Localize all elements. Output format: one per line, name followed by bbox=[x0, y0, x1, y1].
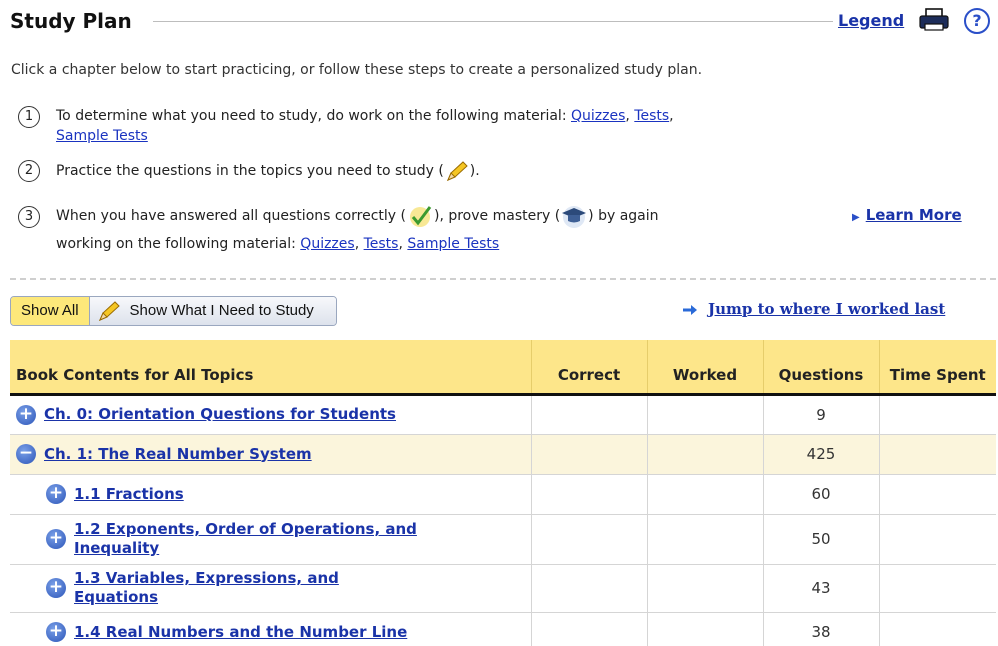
row-title: 1.1 Fractions bbox=[74, 484, 184, 503]
step-instruction: When you have answered all questions cor… bbox=[56, 208, 406, 224]
table-row: +1.1 Fractions 60 bbox=[10, 474, 996, 515]
table-row: − Ch. 1: The Real Number System 425 bbox=[10, 434, 996, 475]
row-title: 1.3 Variables, Expressions, and Equation… bbox=[74, 569, 339, 606]
help-icon[interactable]: ? bbox=[964, 8, 990, 34]
book-contents-table: Book Contents for All Topics Correct Wor… bbox=[10, 340, 996, 646]
expand-icon[interactable]: + bbox=[46, 484, 66, 504]
worked-cell bbox=[646, 514, 763, 565]
questions-cell: 425 bbox=[762, 434, 879, 475]
sample-tests-link[interactable]: Sample Tests bbox=[407, 236, 499, 252]
chapter-link[interactable]: + Ch. 0: Orientation Questions for Studen… bbox=[16, 404, 525, 425]
sample-tests-link[interactable]: Sample Tests bbox=[56, 128, 148, 144]
time-spent-cell bbox=[878, 564, 996, 613]
contents-header: Book Contents for All Topics bbox=[10, 340, 531, 396]
row-title: 1.2 Exponents, Order of Operations, and … bbox=[74, 520, 417, 557]
time-spent-cell bbox=[878, 612, 996, 646]
tests-link[interactable]: Tests bbox=[364, 236, 399, 252]
table-header-row: Book Contents for All Topics Correct Wor… bbox=[10, 340, 996, 396]
questions-cell: 9 bbox=[762, 394, 879, 435]
jump-to-last-link[interactable]: Jump to where I worked last bbox=[682, 300, 945, 318]
questions-header[interactable]: Questions bbox=[762, 340, 879, 396]
printer-icon[interactable] bbox=[918, 8, 950, 32]
time-spent-cell bbox=[878, 514, 996, 565]
correct-cell bbox=[530, 514, 647, 565]
learn-more-label: Learn More bbox=[865, 206, 962, 224]
header: Study Plan Legend ? bbox=[10, 8, 996, 36]
step-instruction: working on the following material: bbox=[56, 236, 296, 252]
collapse-icon[interactable]: − bbox=[16, 444, 36, 464]
section-link[interactable]: +1.1 Fractions bbox=[16, 484, 525, 504]
jump-label: Jump to where I worked last bbox=[708, 300, 946, 318]
table-row: +1.2 Exponents, Order of Operations, and… bbox=[10, 514, 996, 565]
quizzes-link[interactable]: Quizzes bbox=[300, 236, 354, 252]
worked-cell bbox=[646, 434, 763, 475]
time-spent-header[interactable]: Time Spent bbox=[878, 340, 996, 396]
intro-text: Click a chapter below to start practicin… bbox=[11, 62, 703, 78]
questions-cell: 50 bbox=[762, 514, 879, 565]
worked-cell bbox=[646, 394, 763, 435]
row-title: Ch. 1: The Real Number System bbox=[44, 444, 312, 463]
quizzes-link[interactable]: Quizzes bbox=[571, 108, 625, 124]
worked-cell bbox=[646, 474, 763, 515]
time-spent-cell bbox=[878, 394, 996, 435]
correct-cell bbox=[530, 474, 647, 515]
step-number: 3 bbox=[18, 206, 40, 228]
expand-icon[interactable]: + bbox=[16, 404, 36, 425]
row-title: Ch. 0: Orientation Questions for Student… bbox=[44, 405, 396, 423]
show-what-i-need-button[interactable]: Show What I Need to Study bbox=[89, 297, 336, 325]
step-instruction-end: ). bbox=[469, 163, 480, 179]
tests-link[interactable]: Tests bbox=[634, 108, 669, 124]
table-row: + Ch. 0: Orientation Questions for Studen… bbox=[10, 394, 996, 435]
chapter-link[interactable]: − Ch. 1: The Real Number System bbox=[16, 444, 525, 464]
page-title: Study Plan bbox=[10, 9, 132, 33]
show-all-button[interactable]: Show All bbox=[11, 297, 90, 325]
pencil-icon bbox=[446, 161, 468, 181]
step-instruction: To determine what you need to study, do … bbox=[56, 108, 567, 124]
table-row: +1.3 Variables, Expressions, and Equatio… bbox=[10, 564, 996, 613]
legend-link[interactable]: Legend bbox=[838, 10, 904, 32]
title-divider bbox=[153, 21, 833, 22]
checkmark-icon bbox=[409, 206, 432, 227]
expand-icon[interactable]: + bbox=[46, 529, 66, 549]
step-instruction: ), prove mastery ( bbox=[433, 208, 561, 224]
worked-cell bbox=[646, 564, 763, 613]
table-row: +1.4 Real Numbers and the Number Line 38 bbox=[10, 612, 996, 646]
step-text: To determine what you need to study, do … bbox=[56, 108, 674, 144]
section-link[interactable]: +1.3 Variables, Expressions, and Equatio… bbox=[16, 569, 525, 607]
step-text: Practice the questions in the topics you… bbox=[56, 160, 846, 182]
section-divider bbox=[10, 278, 996, 280]
correct-header[interactable]: Correct bbox=[530, 340, 647, 396]
triangle-right-icon: ▶ bbox=[852, 212, 860, 223]
questions-cell: 60 bbox=[762, 474, 879, 515]
section-link[interactable]: +1.4 Real Numbers and the Number Line bbox=[16, 622, 525, 642]
pencil-icon bbox=[98, 301, 120, 321]
questions-cell: 38 bbox=[762, 612, 879, 646]
step-text: When you have answered all questions cor… bbox=[56, 202, 826, 258]
correct-cell bbox=[530, 564, 647, 613]
step-number: 2 bbox=[18, 160, 40, 182]
expand-icon[interactable]: + bbox=[46, 578, 66, 598]
questions-cell: 43 bbox=[762, 564, 879, 613]
correct-cell bbox=[530, 612, 647, 646]
step-instruction: Practice the questions in the topics you… bbox=[56, 163, 444, 179]
section-link[interactable]: +1.2 Exponents, Order of Operations, and… bbox=[16, 520, 525, 558]
show-what-i-need-label: Show What I Need to Study bbox=[129, 302, 314, 319]
time-spent-cell bbox=[878, 474, 996, 515]
correct-cell bbox=[530, 394, 647, 435]
worked-cell bbox=[646, 612, 763, 646]
row-title: 1.4 Real Numbers and the Number Line bbox=[74, 622, 408, 641]
worked-header[interactable]: Worked bbox=[646, 340, 763, 396]
correct-cell bbox=[530, 434, 647, 475]
graduation-cap-icon bbox=[562, 206, 587, 228]
expand-icon[interactable]: + bbox=[46, 622, 66, 642]
step-instruction: ) by again bbox=[588, 208, 659, 224]
learn-more-link[interactable]: ▶ Learn More bbox=[852, 206, 962, 224]
step-number: 1 bbox=[18, 106, 40, 128]
view-filter-group: Show All Show What I Need to Study bbox=[10, 296, 337, 326]
time-spent-cell bbox=[878, 434, 996, 475]
arrow-right-icon bbox=[683, 305, 697, 315]
